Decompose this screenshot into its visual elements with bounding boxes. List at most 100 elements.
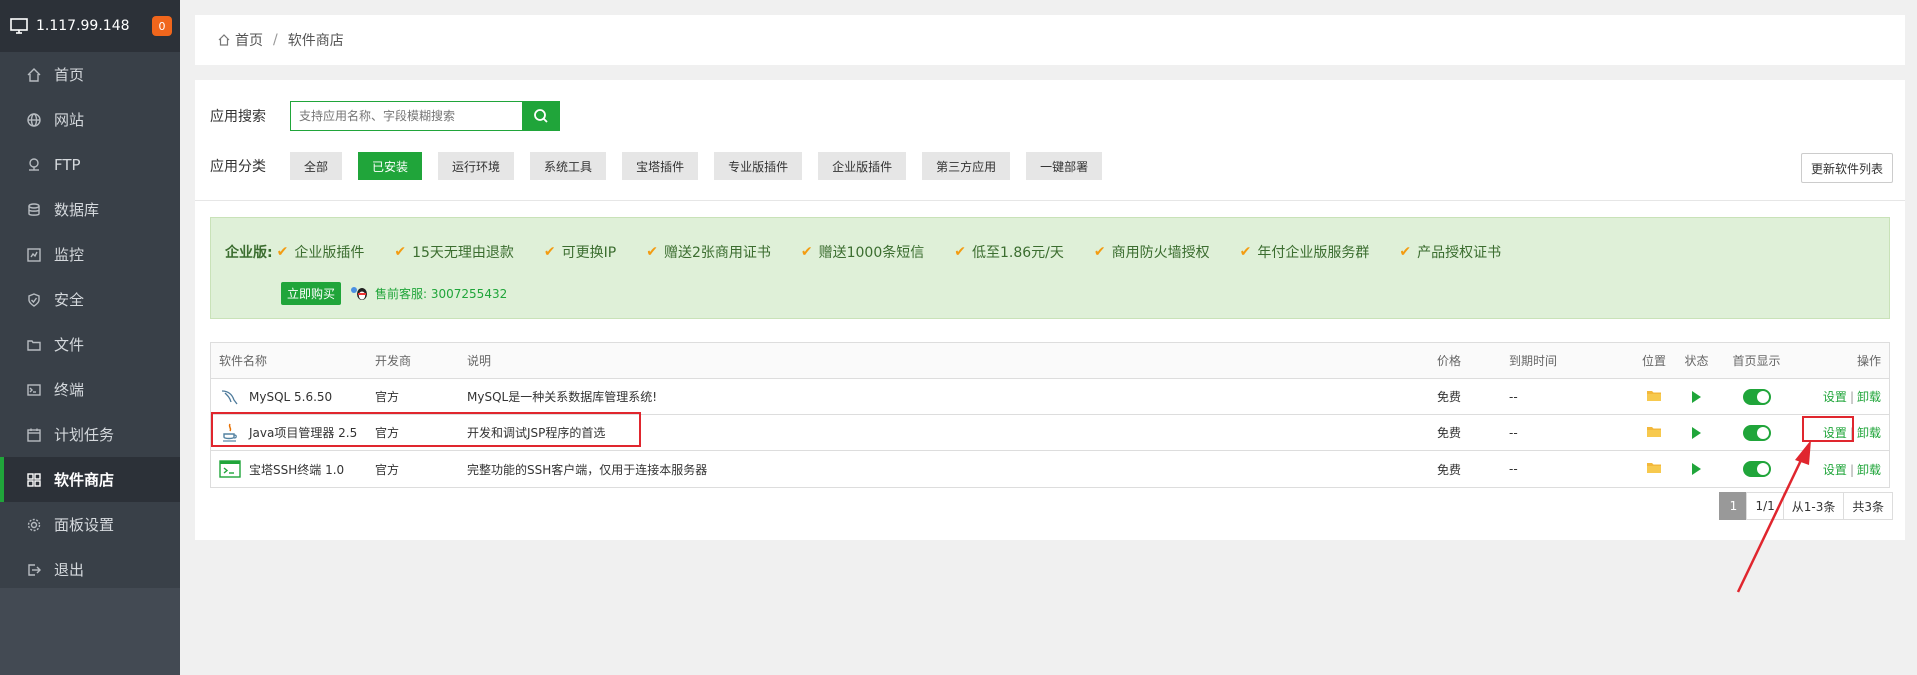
toggle-switch[interactable] <box>1742 424 1771 441</box>
clock-icon <box>26 427 42 443</box>
sidebar-item-3[interactable]: 数据库 <box>0 187 180 232</box>
software-developer: 官方 <box>375 462 400 477</box>
header-developer: 开发商 <box>375 354 412 368</box>
header-location: 位置 <box>1641 354 1666 368</box>
software-name: 宝塔SSH终端 1.0 <box>249 462 345 477</box>
buy-now-button[interactable]: 立即购买 <box>281 282 342 305</box>
header-name: 软件名称 <box>219 354 268 368</box>
database-icon <box>26 202 42 218</box>
sidebar-item-9[interactable]: 软件商店 <box>0 457 180 502</box>
header-price: 价格 <box>1437 354 1462 368</box>
server-header: 1.117.99.148 0 <box>0 0 180 52</box>
category-6[interactable]: 企业版插件 <box>818 152 907 180</box>
check-icon: ✔ <box>800 244 813 260</box>
presales-service-text: 售前客服: 3007255432 <box>375 287 508 301</box>
check-icon: ✔ <box>646 244 658 260</box>
mysql-dolphin-icon <box>219 386 241 408</box>
category-label: 应用分类 <box>210 159 266 175</box>
sidebar-item-7[interactable]: 终端 <box>0 367 180 412</box>
category-2[interactable]: 运行环境 <box>438 152 515 180</box>
sidebar-item-8[interactable]: 计划任务 <box>0 412 180 457</box>
check-icon: ✔ <box>276 244 289 260</box>
globe-icon <box>26 112 42 128</box>
uninstall-link[interactable]: 卸载 <box>1857 426 1881 440</box>
breadcrumb-separator: / <box>273 32 278 48</box>
search-icon <box>534 109 548 123</box>
check-icon: ✔ <box>954 244 966 260</box>
open-folder-button[interactable] <box>1629 461 1679 477</box>
category-3[interactable]: 系统工具 <box>530 152 607 180</box>
notification-badge[interactable]: 0 <box>152 16 172 36</box>
highlight-java-row <box>211 412 641 447</box>
search-label: 应用搜索 <box>210 109 266 125</box>
header-home-display: 首页显示 <box>1732 354 1781 368</box>
sidebar-item-4[interactable]: 监控 <box>0 232 180 277</box>
header-description: 说明 <box>467 354 492 368</box>
category-8[interactable]: 一键部署 <box>1026 152 1103 180</box>
enterprise-feature-text: 15天无理由退款 <box>412 245 514 261</box>
category-7[interactable]: 第三方应用 <box>922 152 1011 180</box>
home-display-toggle[interactable] <box>1714 388 1799 405</box>
pager-current-page[interactable]: 1 <box>1719 492 1748 520</box>
play-icon <box>1692 390 1701 403</box>
home-display-toggle[interactable] <box>1714 461 1799 477</box>
service-status[interactable] <box>1679 390 1714 403</box>
enterprise-feature: ✔ 年付企业版服务群 <box>1240 242 1370 262</box>
service-status[interactable] <box>1679 463 1714 475</box>
folder-icon <box>1647 463 1661 473</box>
open-folder-button[interactable] <box>1629 389 1679 405</box>
sidebar-item-label: 文件 <box>54 336 85 354</box>
category-4[interactable]: 宝塔插件 <box>622 152 699 180</box>
uninstall-link[interactable]: 卸载 <box>1857 390 1881 404</box>
presales-service[interactable]: 售前客服: 3007255432 <box>349 285 507 303</box>
home-display-toggle[interactable] <box>1714 424 1799 441</box>
breadcrumb-home[interactable]: 首页 <box>235 30 263 50</box>
enterprise-feature: ✔ 可更换IP <box>544 242 616 262</box>
sidebar-item-5[interactable]: 安全 <box>0 277 180 322</box>
search-input[interactable] <box>290 101 522 131</box>
software-price: 免费 <box>1437 426 1462 440</box>
pager-range: 从1-3条 <box>1782 492 1845 520</box>
check-icon: ✔ <box>1239 244 1252 260</box>
software-price: 免费 <box>1437 462 1462 477</box>
check-icon: ✔ <box>543 244 556 260</box>
settings-link[interactable]: 设置 <box>1823 463 1847 477</box>
enterprise-feature-text: 赠送1000条短信 <box>818 245 925 261</box>
sidebar-item-label: 网站 <box>54 111 85 129</box>
open-folder-button[interactable] <box>1629 425 1679 441</box>
folder-icon <box>1647 390 1661 401</box>
sidebar-item-11[interactable]: 退出 <box>0 547 180 592</box>
settings-link[interactable]: 设置 <box>1823 390 1847 404</box>
search-button[interactable] <box>522 101 560 131</box>
terminal-icon <box>26 382 42 398</box>
category-5[interactable]: 专业版插件 <box>714 152 803 180</box>
sidebar-menu: 首页网站 FTP 数据库 监控 安全文件终端 计划任务 软件商店面板设置退出 <box>0 52 180 592</box>
toggle-switch[interactable] <box>1742 461 1771 477</box>
uninstall-link[interactable]: 卸载 <box>1857 463 1881 477</box>
folder-icon <box>1647 426 1661 437</box>
category-1[interactable]: 已安装 <box>358 152 423 180</box>
enterprise-feature-text: 产品授权证书 <box>1417 245 1502 261</box>
home-icon <box>218 34 230 46</box>
grid-icon <box>26 472 42 488</box>
pager: 1 1/1 从1-3条 共3条 <box>1719 492 1893 520</box>
category-0[interactable]: 全部 <box>290 152 343 180</box>
refresh-software-list-button[interactable]: 更新软件列表 <box>1800 153 1893 183</box>
sidebar-item-10[interactable]: 面板设置 <box>0 502 180 547</box>
table-header: 软件名称 开发商 说明 价格 到期时间 位置 状态 首页显示 操作 <box>211 343 1889 379</box>
enterprise-feature: ✔ 15天无理由退款 <box>394 242 514 262</box>
play-icon <box>1692 426 1701 439</box>
breadcrumb: 首页 / 软件商店 <box>195 15 1905 65</box>
category-row: 应用分类 全部 已安装 运行环境 系统工具 宝塔插件 专业版插件 企业版插件 第三方应用 一键部… <box>210 152 1118 180</box>
sidebar-item-6[interactable]: 文件 <box>0 322 180 367</box>
software-store-panel: 应用搜索 应用分类 全部已安装运行环境系统工具宝塔插件专业版插件企业版插件第三方… <box>195 80 1905 540</box>
sidebar-item-0[interactable]: 首页 <box>0 52 180 97</box>
sidebar-item-label: 面板设置 <box>54 516 115 534</box>
sidebar-item-1[interactable]: 网站 <box>0 97 180 142</box>
toggle-switch[interactable] <box>1742 388 1771 405</box>
service-status[interactable] <box>1679 426 1714 439</box>
sidebar-item-2[interactable]: FTP <box>0 142 180 187</box>
ops-cell: 设置 | 卸载 <box>1799 388 1889 405</box>
terminal-icon <box>219 458 241 480</box>
home-icon <box>26 67 42 83</box>
